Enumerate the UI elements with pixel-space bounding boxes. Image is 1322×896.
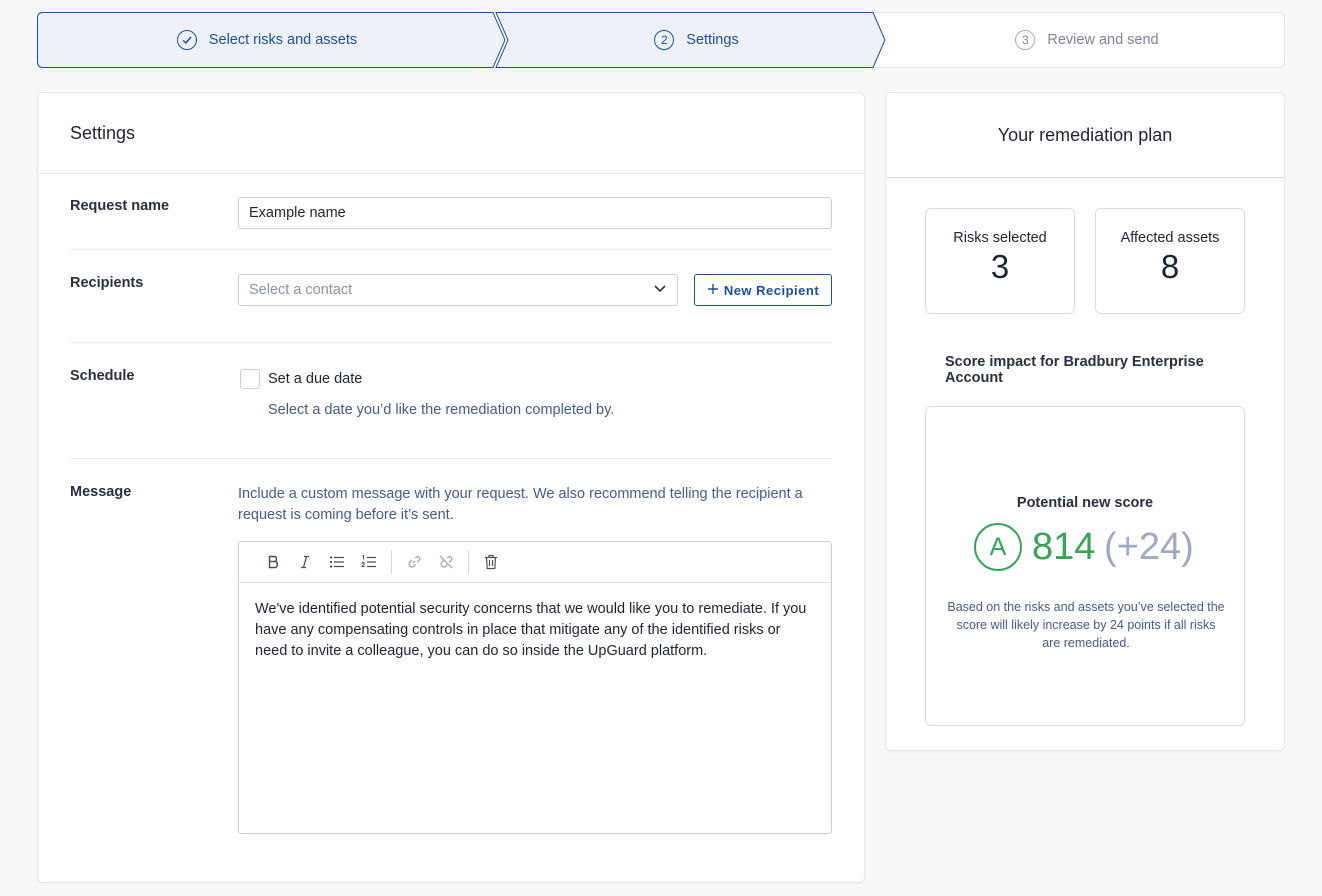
due-date-helper: Select a date you’d like the remediation… bbox=[268, 402, 615, 418]
affected-assets-value: 8 bbox=[1160, 248, 1180, 285]
divider bbox=[38, 173, 864, 174]
schedule-label: Schedule bbox=[70, 368, 135, 384]
affected-assets-label: Affected assets bbox=[1120, 230, 1220, 246]
step-label: Settings bbox=[686, 32, 739, 48]
chevron-down-icon bbox=[653, 281, 667, 299]
plus-icon bbox=[707, 283, 719, 298]
score-box: Potential new score A 814 (+24) Based on… bbox=[925, 406, 1245, 726]
progress-stepper: Select risks and assets 2 Settings 3 Rev… bbox=[37, 12, 1285, 68]
toolbar-separator bbox=[468, 550, 469, 574]
new-recipient-label: New Recipient bbox=[723, 282, 820, 298]
request-name-label: Request name bbox=[70, 198, 170, 214]
risks-selected-box: Risks selected 3 bbox=[925, 208, 1075, 314]
step-select-risks[interactable]: Select risks and assets bbox=[38, 13, 496, 67]
recipient-select[interactable]: Select a contact bbox=[238, 274, 678, 306]
numbered-list-icon[interactable] bbox=[353, 550, 385, 574]
trash-icon[interactable] bbox=[475, 550, 507, 574]
score-delta: (+24) bbox=[1104, 526, 1194, 568]
settings-card: Settings Request name Example name Recip… bbox=[37, 92, 865, 883]
remediation-plan-card: Your remediation plan Risks selected 3 A… bbox=[885, 92, 1285, 751]
risks-selected-label: Risks selected bbox=[953, 230, 1047, 246]
bulleted-list-icon[interactable] bbox=[321, 550, 353, 574]
step-number: 3 bbox=[1015, 30, 1036, 50]
italic-icon[interactable] bbox=[289, 550, 321, 574]
step-label: Review and send bbox=[1047, 32, 1159, 48]
step-number: 2 bbox=[654, 30, 675, 50]
due-date-checkbox-label[interactable]: Set a due date bbox=[268, 371, 362, 387]
due-date-checkbox[interactable] bbox=[240, 369, 260, 389]
step-settings[interactable]: 2 Settings bbox=[508, 13, 885, 67]
divider bbox=[70, 342, 832, 343]
divider bbox=[70, 458, 832, 459]
divider bbox=[70, 249, 832, 250]
risks-selected-value: 3 bbox=[990, 248, 1010, 285]
score-impact-title: Score impact for Bradbury Enterprise Acc… bbox=[945, 354, 1204, 386]
settings-title: Settings bbox=[70, 123, 136, 143]
request-name-input[interactable]: Example name bbox=[238, 197, 832, 229]
step-label: Select risks and assets bbox=[208, 32, 358, 48]
affected-assets-box: Affected assets 8 bbox=[1095, 208, 1245, 314]
link-icon[interactable] bbox=[398, 550, 430, 574]
recipients-label: Recipients bbox=[70, 275, 144, 291]
divider bbox=[886, 177, 1284, 178]
potential-score-label: Potential new score bbox=[1016, 495, 1154, 511]
step-review-send[interactable]: 3 Review and send bbox=[888, 13, 1286, 67]
toolbar-separator bbox=[391, 550, 392, 574]
message-body[interactable]: We've identified potential security conc… bbox=[239, 583, 831, 678]
score-value: 814 bbox=[1032, 526, 1096, 568]
message-label: Message bbox=[70, 484, 132, 500]
plan-title: Your remediation plan bbox=[997, 125, 1173, 145]
editor-toolbar bbox=[239, 542, 831, 583]
bold-icon[interactable] bbox=[257, 550, 289, 574]
message-helper: Include a custom message with your reque… bbox=[238, 486, 803, 523]
grade-badge: A bbox=[974, 523, 1022, 571]
new-recipient-button[interactable]: New Recipient bbox=[694, 274, 832, 306]
score-description: Based on the risks and assets you’ve sel… bbox=[947, 600, 1225, 650]
unlink-icon[interactable] bbox=[430, 550, 462, 574]
message-editor[interactable]: We've identified potential security conc… bbox=[238, 541, 832, 834]
recipient-select-placeholder: Select a contact bbox=[249, 282, 353, 298]
check-icon bbox=[176, 30, 197, 50]
